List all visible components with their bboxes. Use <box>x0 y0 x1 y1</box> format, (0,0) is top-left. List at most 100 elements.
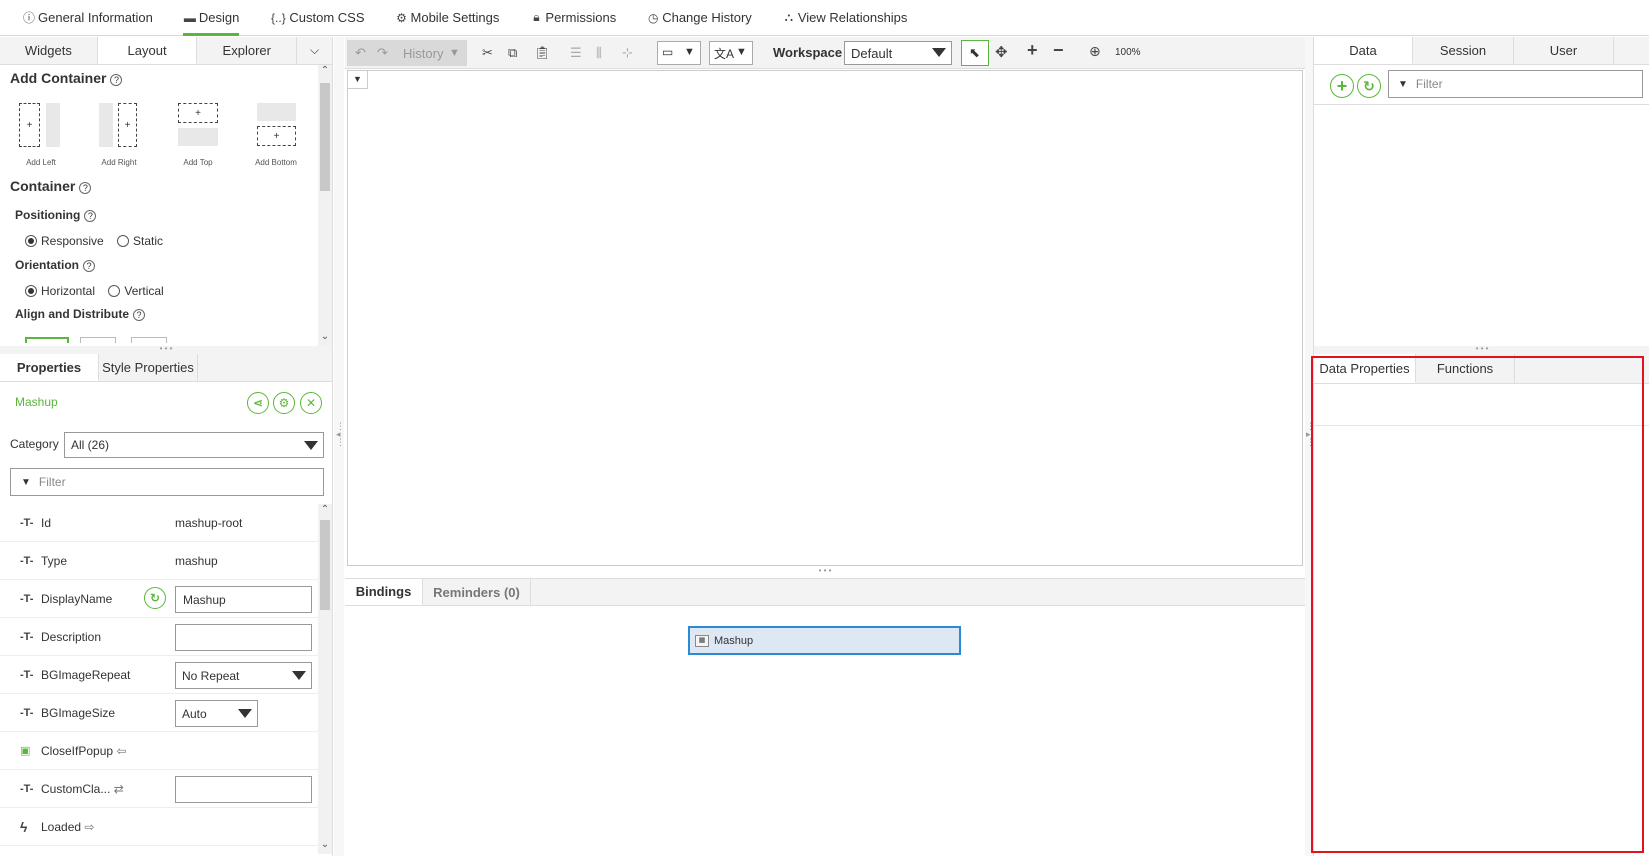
zoom-out-icon[interactable]: − <box>1053 40 1064 61</box>
text-type-icon: -T- <box>20 782 34 795</box>
text-type-icon: -T- <box>20 554 34 567</box>
nav-change-history[interactable]: ◷ Change History <box>646 0 752 36</box>
bgimagerepeat-select[interactable]: No Repeat <box>175 662 312 689</box>
chevron-down-icon: ▼ <box>684 46 695 58</box>
bind-both-icon[interactable]: ⇄ <box>114 782 124 796</box>
align-top-icon[interactable]: ☰ <box>570 45 582 61</box>
refresh-data-button[interactable]: ↻ <box>1357 74 1381 98</box>
scroll-down-icon[interactable]: ⌄ <box>318 331 332 342</box>
tab-style-properties[interactable]: Style Properties <box>99 354 198 381</box>
tab-bindings[interactable]: Bindings <box>345 579 423 605</box>
description-input[interactable] <box>175 624 312 651</box>
positioning-heading: Positioning? <box>15 208 97 222</box>
tab-session[interactable]: Session <box>1413 37 1514 64</box>
move-icon[interactable]: ✥ <box>995 43 1008 61</box>
help-icon[interactable]: ? <box>83 259 96 272</box>
properties-scrollbar[interactable]: ⌃ ⌄ <box>318 504 332 854</box>
tab-widgets[interactable]: Widgets <box>0 37 98 64</box>
history-label[interactable]: History <box>403 46 443 61</box>
nav-permissions[interactable]: 🔒︎ Permissions <box>529 0 616 36</box>
select-tool-button[interactable]: ⬉ <box>961 40 989 66</box>
tab-data[interactable]: Data <box>1314 37 1413 64</box>
workspace-select[interactable]: Default <box>844 41 952 65</box>
paste-icon[interactable]: 📋︎ <box>534 45 551 61</box>
nav-design[interactable]: ▬ Design <box>182 0 240 36</box>
horizontal-splitter[interactable]: • • • <box>0 345 332 354</box>
bind-in-icon[interactable]: ⇦ <box>116 744 126 758</box>
radio-vertical[interactable]: Vertical <box>108 284 164 298</box>
history-group: ↶ ↷ History ▼ <box>347 40 467 66</box>
align-option-2[interactable] <box>80 337 116 343</box>
scroll-up-icon[interactable]: ⌃ <box>318 65 332 76</box>
radio-horizontal[interactable]: Horizontal <box>25 284 95 298</box>
nav-view-relationships[interactable]: ⛬ View Relationships <box>782 0 908 36</box>
radio-responsive[interactable]: Responsive <box>25 234 104 248</box>
help-icon[interactable]: ? <box>133 308 145 321</box>
tab-explorer[interactable]: Explorer <box>197 37 298 64</box>
add-bottom-button[interactable]: + Add Bottom <box>254 103 298 193</box>
copy-icon[interactable]: ⧉ <box>508 45 517 61</box>
container-menu-button[interactable]: ▼ <box>348 71 368 89</box>
help-icon[interactable]: ? <box>79 181 92 194</box>
info-icon: ⓘ <box>22 11 35 25</box>
collapse-left-icon[interactable]: ⋮ ◂ ⋮ <box>336 422 345 447</box>
tabs-more-button[interactable]: ⌵ <box>297 37 332 64</box>
left-vertical-splitter[interactable]: ⋮ ◂ ⋮ <box>334 37 345 856</box>
event-icon: ϟ <box>20 818 28 835</box>
nav-custom-css[interactable]: {..} Custom CSS <box>269 0 364 36</box>
help-icon[interactable]: ? <box>110 73 123 86</box>
center-icon[interactable]: ⊹ <box>622 45 633 61</box>
bindings-tabbar: Bindings Reminders (0) <box>345 579 1305 606</box>
close-icon: ✕ <box>305 396 317 410</box>
layout-scrollbar[interactable]: ⌃ ⌄ <box>318 65 332 346</box>
radio-static[interactable]: Static <box>117 234 163 248</box>
bind-out-icon[interactable]: ⇨ <box>84 820 94 834</box>
property-row-closeifpopup: ▣ CloseIfPopup ⇦ <box>0 732 318 770</box>
add-right-button[interactable]: + Add Right <box>97 103 141 193</box>
cut-icon[interactable]: ✂ <box>482 45 493 61</box>
mashup-canvas[interactable]: ▼ <box>347 70 1303 566</box>
tab-reminders[interactable]: Reminders (0) <box>423 579 531 605</box>
filter-icon: ▼ <box>21 476 31 488</box>
align-option-3[interactable] <box>131 337 167 343</box>
nav-general-information[interactable]: ⓘ General Information <box>22 0 153 36</box>
align-option-1[interactable] <box>25 337 69 343</box>
customclass-input[interactable] <box>175 776 312 803</box>
properties-scroll-thumb[interactable] <box>320 520 330 610</box>
data-filter-input[interactable]: ▼ Filter <box>1388 70 1643 98</box>
align-distribute-heading: Align and Distribute? <box>15 307 145 321</box>
scroll-down-icon[interactable]: ⌄ <box>318 839 332 850</box>
tab-user[interactable]: User <box>1514 37 1614 64</box>
displayname-input[interactable]: Mashup <box>175 586 312 613</box>
zoom-fit-icon[interactable]: ⊕ <box>1089 43 1101 60</box>
zoom-in-icon[interactable]: + <box>1027 40 1038 61</box>
tab-layout[interactable]: Layout <box>97 37 198 64</box>
localization-select[interactable]: 文A ▼ <box>709 41 753 65</box>
help-icon[interactable]: ? <box>84 209 97 222</box>
nav-mobile-settings[interactable]: ⚙ Mobile Settings <box>395 0 499 36</box>
share-button[interactable]: ⋖ <box>247 392 269 414</box>
settings-button[interactable]: ⚙ <box>273 392 295 414</box>
undo-icon[interactable]: ↶ <box>355 45 366 61</box>
category-select[interactable]: All (26) <box>64 432 324 458</box>
properties-filter[interactable]: ▼ Filter <box>10 468 324 496</box>
positioning-options: Responsive Static <box>25 234 173 250</box>
binding-node-mashup[interactable]: ▦ Mashup <box>688 626 961 655</box>
add-data-button[interactable]: + <box>1330 74 1354 98</box>
center-horizontal-splitter[interactable]: • • • <box>347 567 1303 576</box>
align-columns-icon[interactable]: ⫼ <box>596 45 602 61</box>
bgimagesize-select[interactable]: Auto <box>175 700 258 727</box>
layout-mode-select[interactable]: ▭ ▼ <box>657 41 701 65</box>
chevron-down-icon[interactable]: ▼ <box>449 47 460 59</box>
reset-button[interactable]: ↻ <box>144 587 166 609</box>
right-horizontal-splitter[interactable]: • • • <box>1314 345 1649 354</box>
clock-icon: ◷ <box>647 10 659 25</box>
add-top-button[interactable]: + Add Top <box>176 103 220 193</box>
layout-mode-icon: ▭ <box>662 45 674 59</box>
close-button[interactable]: ✕ <box>300 392 322 414</box>
tab-properties[interactable]: Properties <box>0 354 99 381</box>
scroll-up-icon[interactable]: ⌃ <box>318 504 332 515</box>
design-icon: ▬ <box>183 10 196 25</box>
layout-scroll-thumb[interactable] <box>320 83 330 191</box>
redo-icon[interactable]: ↷ <box>377 45 388 61</box>
